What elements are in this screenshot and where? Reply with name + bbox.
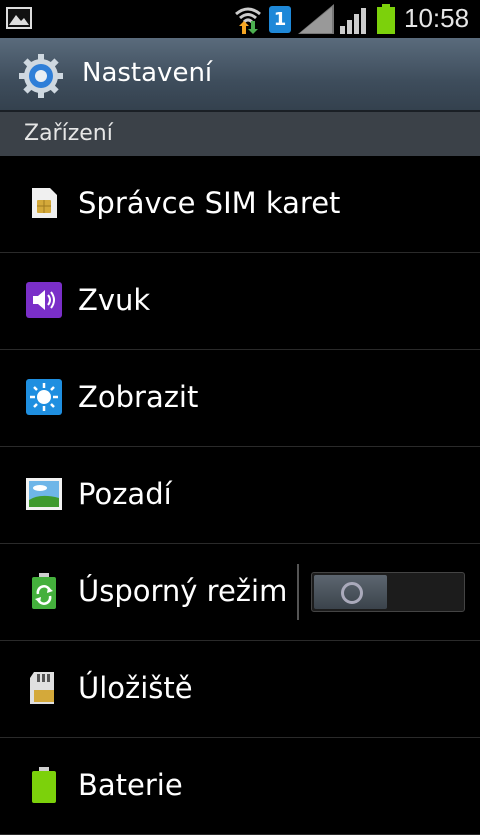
- power-saving-toggle[interactable]: [311, 572, 465, 612]
- settings-item-label: Zvuk: [78, 283, 151, 317]
- settings-item-sound[interactable]: Zvuk: [0, 253, 480, 350]
- settings-item-label: Baterie: [78, 768, 183, 802]
- battery-icon: [32, 767, 56, 803]
- settings-item-power-saving[interactable]: Úsporný režim: [0, 544, 480, 641]
- sim-card-icon: [32, 188, 57, 218]
- page-title: Nastavení: [82, 58, 213, 88]
- settings-item-storage[interactable]: Úložiště: [0, 641, 480, 738]
- settings-item-label: Správce SIM karet: [78, 186, 341, 220]
- settings-item-wallpaper[interactable]: Pozadí: [0, 447, 480, 544]
- wifi-icon: [235, 7, 261, 34]
- gallery-notification-icon: [6, 7, 32, 29]
- settings-item-label: Pozadí: [78, 477, 172, 511]
- settings-item-display[interactable]: Zobrazit: [0, 350, 480, 447]
- sim-slot-badge: 1: [269, 6, 291, 33]
- toggle-knob: [314, 575, 387, 609]
- settings-item-sim-manager[interactable]: Správce SIM karet: [0, 156, 480, 253]
- sd-card-icon: [30, 672, 54, 704]
- settings-list: Správce SIM karet Zvuk Zobrazit Pozadí Ú…: [0, 156, 480, 835]
- signal-bars-icon: [340, 8, 366, 34]
- section-header: Zařízení: [0, 112, 480, 156]
- signal-strength-icon: [298, 4, 334, 34]
- title-bar: Nastavení: [0, 38, 480, 112]
- settings-item-label: Zobrazit: [78, 380, 199, 414]
- gear-icon: [19, 54, 63, 98]
- settings-item-label: Úsporný režim: [78, 574, 288, 608]
- section-header-label: Zařízení: [24, 121, 113, 146]
- status-bar: 1 10:58: [0, 0, 480, 38]
- clock: 10:58: [404, 3, 470, 33]
- battery-status-icon: [377, 4, 395, 34]
- settings-item-label: Úložiště: [78, 671, 193, 705]
- brightness-icon: [26, 379, 62, 415]
- settings-item-battery[interactable]: Baterie: [0, 738, 480, 835]
- battery-recycle-icon: [32, 573, 56, 609]
- speaker-icon: [26, 282, 62, 318]
- wallpaper-icon: [26, 478, 62, 510]
- divider: [297, 564, 299, 620]
